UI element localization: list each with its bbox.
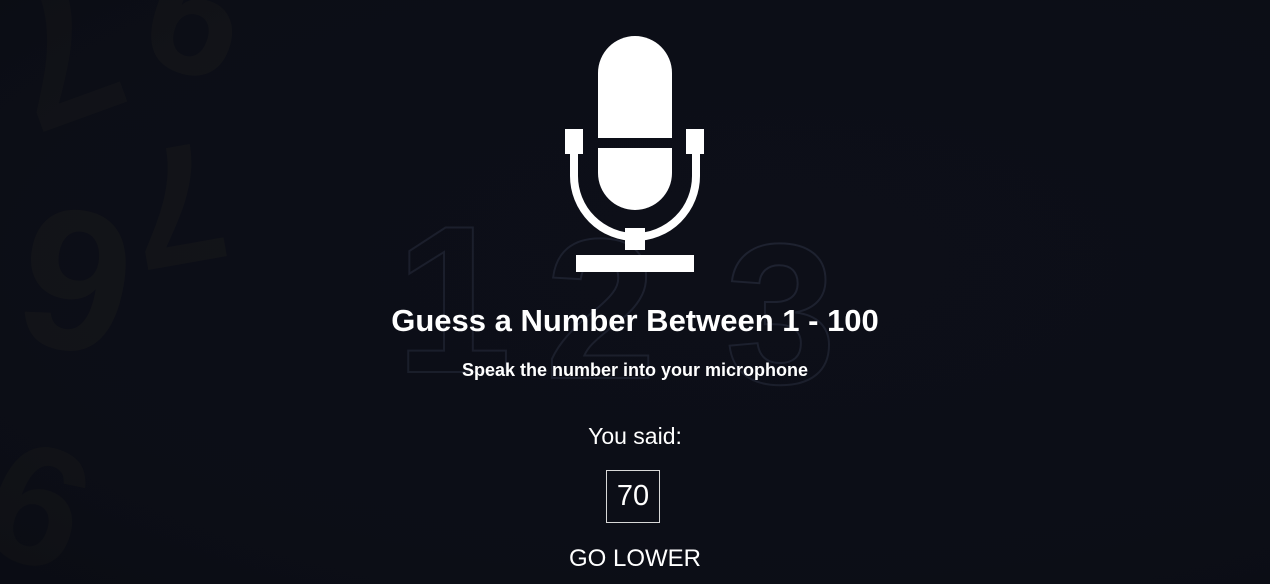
you-said-label: You said: xyxy=(588,423,682,449)
page-subtitle: Speak the number into your microphone xyxy=(461,360,809,380)
microphone-icon xyxy=(565,36,704,272)
page-title: Guess a Number Between 1 - 100 xyxy=(391,303,879,338)
spoken-number-display: 70 xyxy=(606,470,660,523)
main-content: Guess a Number Between 1 - 100 Speak the… xyxy=(0,0,1270,584)
feedback-message: GO LOWER xyxy=(568,545,701,572)
